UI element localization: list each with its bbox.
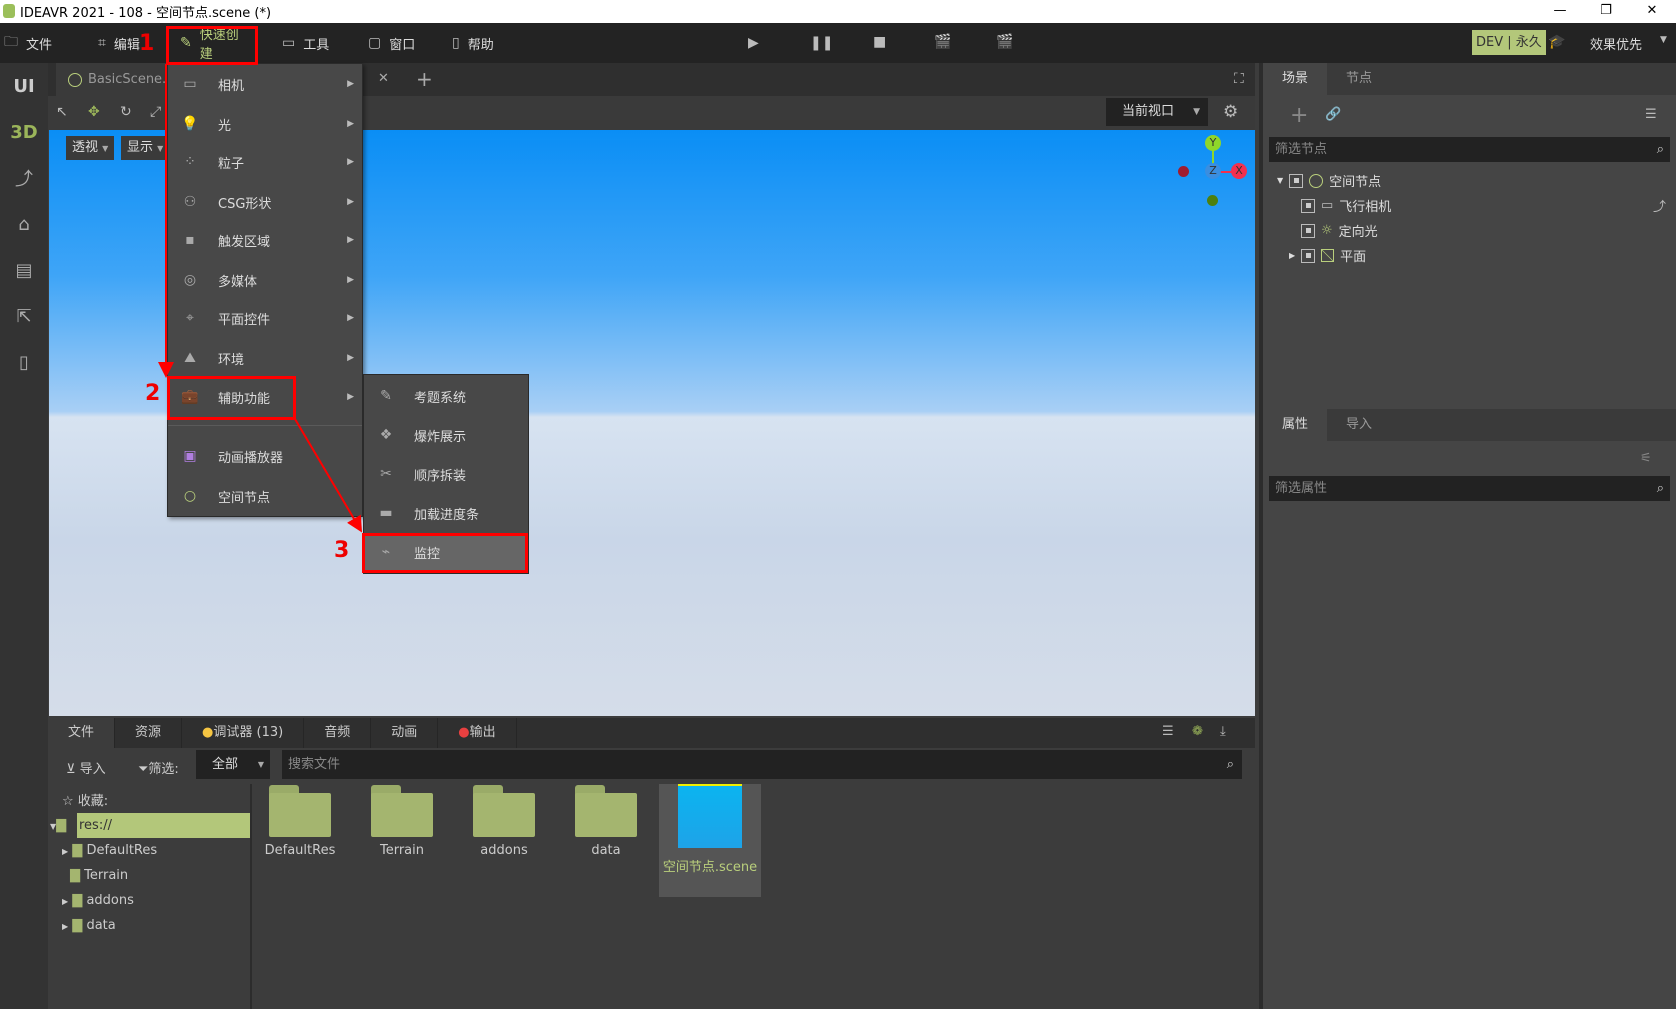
arrow-2-to-3 [294,418,363,533]
annotation-arrows [158,64,363,533]
